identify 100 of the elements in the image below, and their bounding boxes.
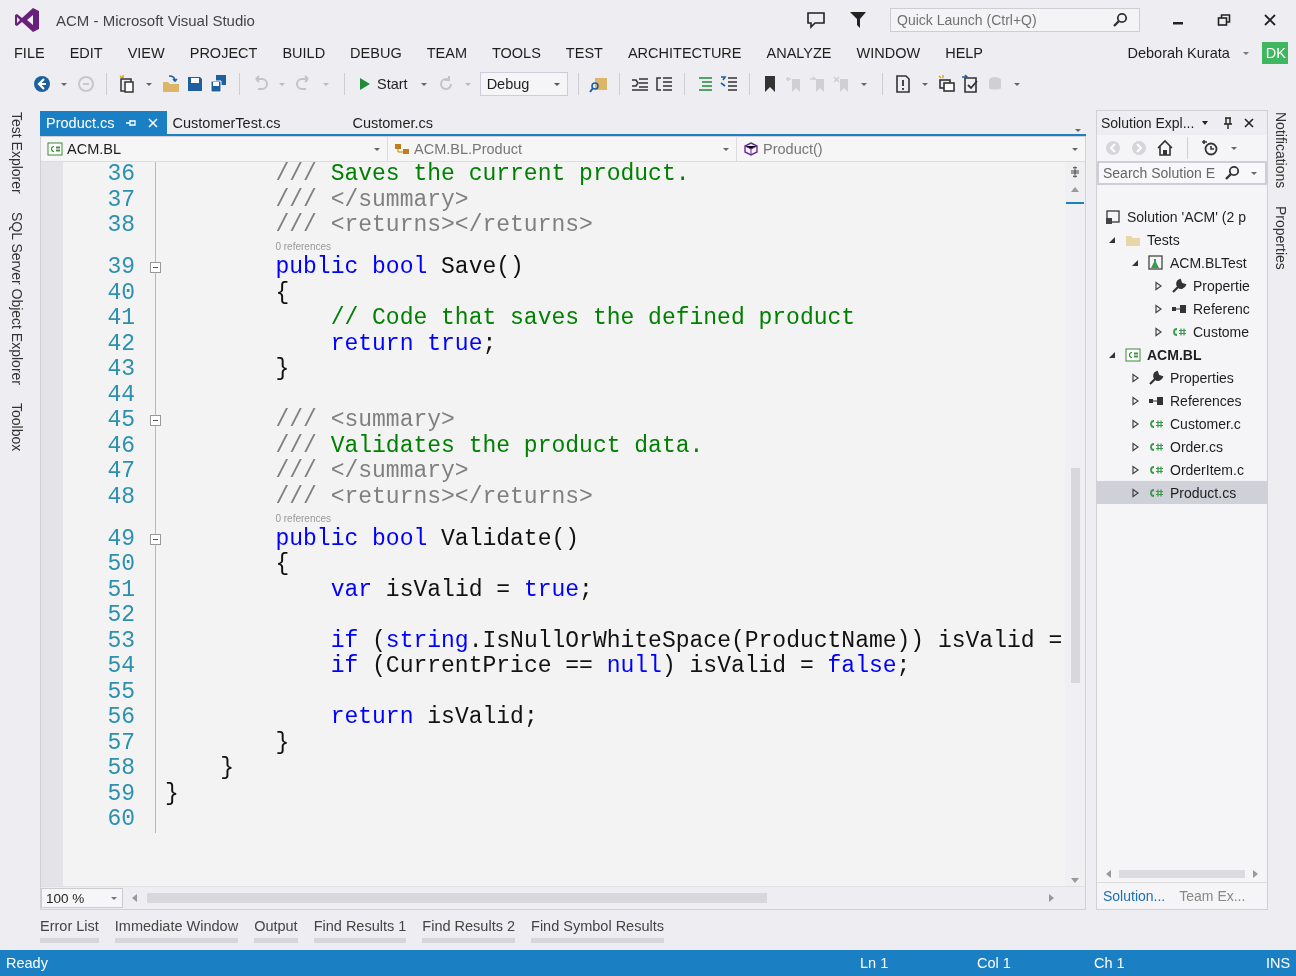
code-line: {: [275, 279, 290, 306]
tree-item[interactable]: Properties: [1170, 369, 1234, 386]
user-name[interactable]: Deborah Kurata: [1127, 45, 1230, 61]
windows-icon[interactable]: [936, 74, 957, 94]
line-number: 38: [106, 213, 135, 239]
csharp-project-icon: [47, 142, 63, 156]
menu-item[interactable]: TEAM: [426, 45, 467, 61]
document-tab[interactable]: CustomerTest.cs: [166, 111, 287, 134]
menu-item[interactable]: TOOLS: [491, 45, 541, 61]
filter-icon[interactable]: [848, 10, 868, 30]
collapsed-arrow-icon[interactable]: [1153, 280, 1163, 291]
restore-icon[interactable]: [1216, 12, 1232, 28]
pin-icon[interactable]: [1222, 117, 1235, 129]
side-tab[interactable]: SQL Server Object Explorer: [9, 211, 25, 385]
menu-item[interactable]: TEST: [565, 45, 603, 61]
menu-item[interactable]: BUILD: [282, 45, 326, 61]
line-number: 52: [106, 603, 135, 629]
save-icon[interactable]: [185, 74, 205, 94]
collapsed-arrow-icon[interactable]: [1130, 487, 1140, 498]
menu-item[interactable]: ANALYZE: [766, 45, 832, 61]
search-field[interactable]: Search Solution E: [1098, 162, 1266, 184]
caret-icon: [722, 145, 730, 153]
status-message: Ready: [6, 955, 48, 971]
collapsed-arrow-icon[interactable]: [1130, 372, 1140, 383]
code-line: /// </summary>: [275, 186, 469, 213]
scrollbar-thumb[interactable]: [1070, 468, 1080, 683]
tree-item[interactable]: Referenc: [1193, 300, 1250, 317]
collapsed-arrow-icon[interactable]: [1153, 326, 1163, 337]
line-number: 49: [106, 526, 135, 552]
tool-window-tab[interactable]: Find Results 1: [313, 918, 407, 943]
caret-icon[interactable]: [1201, 119, 1210, 127]
history-icon[interactable]: [1200, 138, 1220, 158]
panel-tab[interactable]: Solution...: [1101, 886, 1168, 906]
line-number: 46: [106, 433, 135, 459]
tree-item[interactable]: ACM.BL: [1147, 346, 1202, 363]
navigation-dropdown[interactable]: Product(): [737, 137, 1085, 161]
tool-window-tab[interactable]: Error List: [40, 918, 99, 943]
scrollbar-track[interactable]: [1119, 870, 1245, 878]
tree-item[interactable]: References: [1170, 392, 1242, 409]
home-icon[interactable]: [1155, 138, 1175, 158]
document-tab[interactable]: Customer.cs: [346, 111, 440, 134]
play-icon: [359, 77, 371, 91]
tool-window-tab[interactable]: Immediate Window: [114, 918, 239, 943]
menu-item[interactable]: EDIT: [69, 45, 103, 61]
quick-launch-field[interactable]: Quick Launch (Ctrl+Q): [890, 8, 1140, 32]
panel-title: Solution Expl...: [1101, 115, 1195, 131]
collapsed-arrow-icon[interactable]: [1130, 464, 1140, 475]
tool-window-tab[interactable]: Find Symbol Results: [531, 918, 664, 943]
code-line: var isValid = true;: [330, 576, 593, 603]
outdent-icon[interactable]: [653, 74, 674, 94]
collapsed-arrow-icon[interactable]: [1130, 418, 1140, 429]
new-project-icon[interactable]: [117, 74, 137, 94]
line-number: 50: [106, 552, 135, 578]
menu-item[interactable]: ARCHITECTURE: [627, 45, 742, 61]
tree-item[interactable]: Order.cs: [1170, 438, 1223, 455]
checklist-icon[interactable]: [960, 74, 981, 94]
tree-item[interactable]: Solution 'ACM' (2 p: [1127, 208, 1246, 225]
side-tab[interactable]: Properties: [1273, 206, 1289, 271]
search-icon: [1224, 165, 1240, 181]
code-line: {: [275, 551, 290, 577]
split-handle-icon[interactable]: [1069, 166, 1081, 178]
tree-item[interactable]: Tests: [1147, 231, 1180, 248]
menu-item[interactable]: FILE: [14, 45, 45, 61]
tree-item[interactable]: Customer.c: [1170, 415, 1241, 432]
configuration-dropdown[interactable]: Debug: [479, 72, 568, 96]
zoom-dropdown[interactable]: 100 %: [41, 888, 123, 908]
menu-item[interactable]: HELP: [945, 45, 984, 61]
close-icon[interactable]: [1262, 12, 1278, 28]
feedback-icon[interactable]: [806, 10, 826, 30]
close-icon[interactable]: [1243, 117, 1256, 129]
tree-item[interactable]: OrderItem.c: [1170, 461, 1244, 478]
csharp-project-icon: [1125, 346, 1141, 363]
back-icon[interactable]: [32, 74, 52, 94]
tree-item[interactable]: Propertie: [1193, 277, 1250, 294]
menu-item[interactable]: DEBUG: [350, 45, 402, 61]
wrench-icon: [1171, 277, 1187, 294]
side-tab[interactable]: Test Explorer: [9, 112, 25, 194]
collapsed-arrow-icon[interactable]: [1153, 303, 1163, 314]
code-line: }: [275, 356, 290, 382]
menu-item[interactable]: VIEW: [127, 45, 165, 61]
tree-item[interactable]: ACM.BLTest: [1170, 254, 1247, 271]
tree-item[interactable]: Custome: [1193, 323, 1250, 340]
collapse-toggle[interactable]: [150, 262, 161, 273]
navigation-dropdown[interactable]: ACM.BL.Product: [388, 137, 737, 161]
collapsed-arrow-icon[interactable]: [1130, 441, 1140, 452]
side-tab[interactable]: Notifications: [1273, 112, 1289, 189]
open-folder-icon[interactable]: [161, 74, 181, 94]
uncomment-icon[interactable]: [718, 74, 739, 94]
tool-window-tab[interactable]: Find Results 2: [422, 918, 516, 943]
save-all-icon[interactable]: [209, 74, 229, 94]
side-tab[interactable]: Toolbox: [9, 402, 25, 451]
navigation-dropdown[interactable]: ACM.BL: [41, 137, 388, 161]
collapsed-arrow-icon[interactable]: [1130, 395, 1140, 406]
start-button[interactable]: Start: [355, 74, 412, 94]
collapse-toggle[interactable]: [150, 533, 161, 545]
tool-window-tab[interactable]: Output: [254, 918, 298, 943]
menu-item[interactable]: WINDOW: [856, 45, 921, 61]
code-line: // Code that saves the defined product: [330, 305, 856, 331]
menu-item[interactable]: PROJECT: [189, 45, 258, 61]
collapse-toggle[interactable]: [150, 415, 161, 426]
